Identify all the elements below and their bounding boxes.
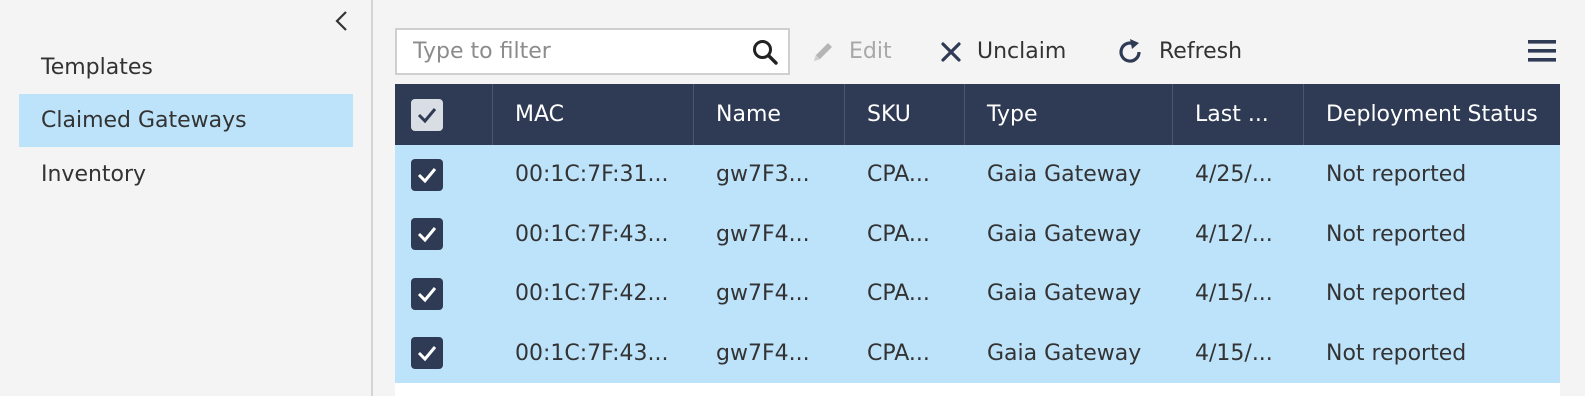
select-all-checkbox[interactable] bbox=[411, 98, 443, 131]
search-icon[interactable] bbox=[752, 39, 778, 65]
sidebar-item-templates[interactable]: Templates bbox=[19, 41, 353, 94]
close-icon bbox=[941, 41, 961, 62]
table-row[interactable]: 00:1C:7F:42... gw7F4... CPA... Gaia Gate… bbox=[395, 264, 1560, 324]
cell-name: gw7F4... bbox=[716, 221, 810, 247]
table-row[interactable]: 00:1C:7F:43... gw7F4... CPA... Gaia Gate… bbox=[395, 204, 1560, 265]
column-header-last[interactable]: Last ... bbox=[1173, 84, 1304, 145]
refresh-button[interactable]: Refresh bbox=[1115, 28, 1242, 75]
cell-type: Gaia Gateway bbox=[987, 281, 1142, 306]
filter-input[interactable] bbox=[397, 30, 737, 73]
cell-last: 4/15/... bbox=[1195, 281, 1273, 306]
checkmark-icon bbox=[417, 346, 437, 362]
cell-name: gw7F4... bbox=[716, 340, 810, 366]
row-checkbox-cell bbox=[395, 264, 493, 324]
row-checkbox[interactable] bbox=[411, 277, 443, 310]
row-checkbox-cell bbox=[395, 324, 493, 384]
sidebar-item-inventory[interactable]: Inventory bbox=[19, 148, 353, 201]
sidebar: Templates Claimed Gateways Inventory bbox=[0, 0, 373, 396]
sidebar-item-label: Inventory bbox=[41, 162, 147, 187]
cell-last: 4/15/... bbox=[1195, 340, 1273, 366]
checkmark-icon bbox=[417, 286, 437, 302]
column-header-mac[interactable]: MAC bbox=[493, 84, 694, 145]
checkmark-icon bbox=[417, 167, 437, 183]
refresh-label: Refresh bbox=[1159, 39, 1243, 64]
refresh-icon bbox=[1119, 38, 1141, 63]
main-panel: Edit Unclaim Refresh bbox=[375, 0, 1585, 396]
checkmark-icon bbox=[417, 107, 437, 123]
cell-type: Gaia Gateway bbox=[987, 340, 1142, 366]
row-checkbox[interactable] bbox=[411, 218, 443, 251]
column-header-sku[interactable]: SKU bbox=[845, 84, 965, 145]
column-header-deployment-status[interactable]: Deployment Status bbox=[1304, 84, 1560, 145]
cell-mac: 00:1C:7F:31... bbox=[515, 162, 669, 187]
column-header-name[interactable]: Name bbox=[694, 84, 845, 145]
cell-name: gw7F3... bbox=[716, 162, 810, 187]
row-checkbox-cell bbox=[395, 205, 493, 265]
column-header-type[interactable]: Type bbox=[965, 84, 1173, 145]
sidebar-item-claimed-gateways[interactable]: Claimed Gateways bbox=[19, 94, 353, 147]
pencil-icon bbox=[814, 42, 832, 61]
cell-sku: CPA... bbox=[867, 340, 930, 366]
cell-sku: CPA... bbox=[867, 221, 930, 247]
row-checkbox[interactable] bbox=[411, 337, 443, 370]
table-header: MAC Name SKU Type Last ... Deployment St… bbox=[395, 84, 1560, 145]
unclaim-label: Unclaim bbox=[977, 39, 1067, 64]
header-checkbox-cell bbox=[395, 84, 493, 145]
cell-name: gw7F4... bbox=[716, 281, 810, 306]
row-checkbox-cell bbox=[395, 145, 493, 205]
cell-mac: 00:1C:7F:42... bbox=[515, 281, 669, 306]
cell-deployment-status: Not reported bbox=[1326, 281, 1467, 306]
cell-last: 4/12/... bbox=[1195, 221, 1273, 247]
sidebar-item-label: Templates bbox=[41, 55, 153, 80]
row-checkbox[interactable] bbox=[411, 158, 443, 191]
collapse-sidebar-button[interactable] bbox=[328, 8, 354, 34]
sidebar-item-label: Claimed Gateways bbox=[41, 108, 247, 133]
edit-button[interactable]: Edit bbox=[811, 28, 892, 75]
cell-sku: CPA... bbox=[867, 162, 930, 187]
table-row[interactable]: 00:1C:7F:43... gw7F4... CPA... Gaia Gate… bbox=[395, 323, 1560, 384]
cell-deployment-status: Not reported bbox=[1326, 221, 1467, 247]
cell-deployment-status: Not reported bbox=[1326, 162, 1467, 187]
unclaim-button[interactable]: Unclaim bbox=[939, 28, 1066, 75]
cell-type: Gaia Gateway bbox=[987, 221, 1142, 247]
filter-box bbox=[395, 28, 790, 75]
cell-last: 4/25/... bbox=[1195, 162, 1273, 187]
checkmark-icon bbox=[417, 227, 437, 243]
cell-mac: 00:1C:7F:43... bbox=[515, 221, 669, 247]
cell-sku: CPA... bbox=[867, 281, 930, 306]
cell-deployment-status: Not reported bbox=[1326, 340, 1467, 366]
cell-mac: 00:1C:7F:43... bbox=[515, 340, 669, 366]
table-footer-area bbox=[395, 383, 1560, 396]
cell-type: Gaia Gateway bbox=[987, 162, 1142, 187]
gateways-table: MAC Name SKU Type Last ... Deployment St… bbox=[395, 84, 1560, 383]
table-row[interactable]: 00:1C:7F:31... gw7F3... CPA... Gaia Gate… bbox=[395, 145, 1560, 205]
chevron-left-icon bbox=[335, 11, 347, 31]
edit-label: Edit bbox=[849, 39, 892, 64]
hamburger-menu-icon[interactable] bbox=[1527, 38, 1557, 64]
